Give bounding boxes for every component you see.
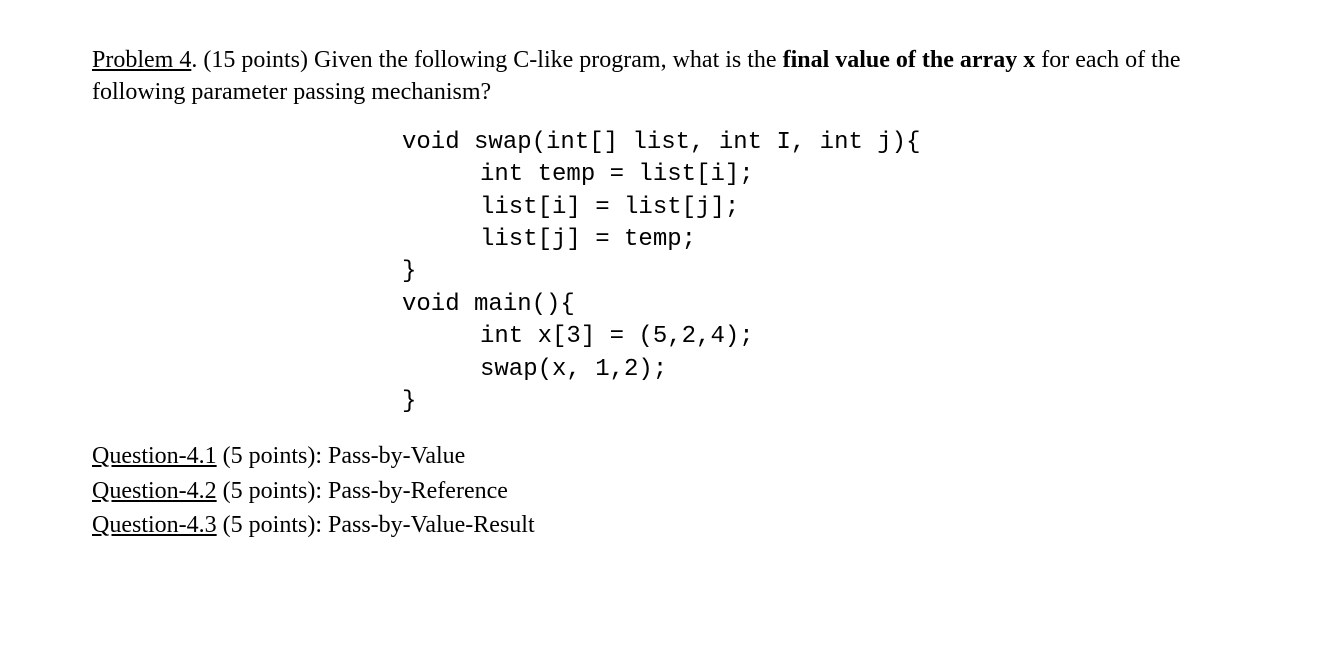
problem-label: Problem 4: [92, 47, 191, 73]
code-line: void swap(int[] list, int I, int j){: [402, 127, 1248, 159]
question-label: Question-4.2: [92, 478, 217, 504]
question-text: (5 points): Pass-by-Value: [217, 443, 466, 469]
problem-text-before: Given the following C-like program, what…: [314, 47, 783, 73]
question-2: Question-4.2 (5 points): Pass-by-Referen…: [92, 475, 1248, 507]
code-line: swap(x, 1,2);: [402, 354, 1248, 386]
question-text: (5 points): Pass-by-Value-Result: [217, 512, 535, 538]
code-line: void main(){: [402, 289, 1248, 321]
question-3: Question-4.3 (5 points): Pass-by-Value-R…: [92, 509, 1248, 541]
code-line: int x[3] = (5,2,4);: [402, 321, 1248, 353]
code-line: list[j] = temp;: [402, 224, 1248, 256]
question-text: (5 points): Pass-by-Reference: [217, 478, 508, 504]
questions-block: Question-4.1 (5 points): Pass-by-Value Q…: [92, 440, 1248, 541]
problem-statement: Problem 4. (15 points) Given the followi…: [92, 44, 1248, 109]
code-line: list[i] = list[j];: [402, 192, 1248, 224]
code-line: }: [402, 386, 1248, 418]
question-label: Question-4.1: [92, 443, 217, 469]
problem-bold-phrase: final value of the array x: [783, 47, 1036, 73]
problem-points: . (15 points): [191, 47, 314, 73]
question-1: Question-4.1 (5 points): Pass-by-Value: [92, 440, 1248, 472]
question-label: Question-4.3: [92, 512, 217, 538]
code-line: }: [402, 256, 1248, 288]
code-block: void swap(int[] list, int I, int j){ int…: [402, 127, 1248, 419]
code-line: int temp = list[i];: [402, 159, 1248, 191]
